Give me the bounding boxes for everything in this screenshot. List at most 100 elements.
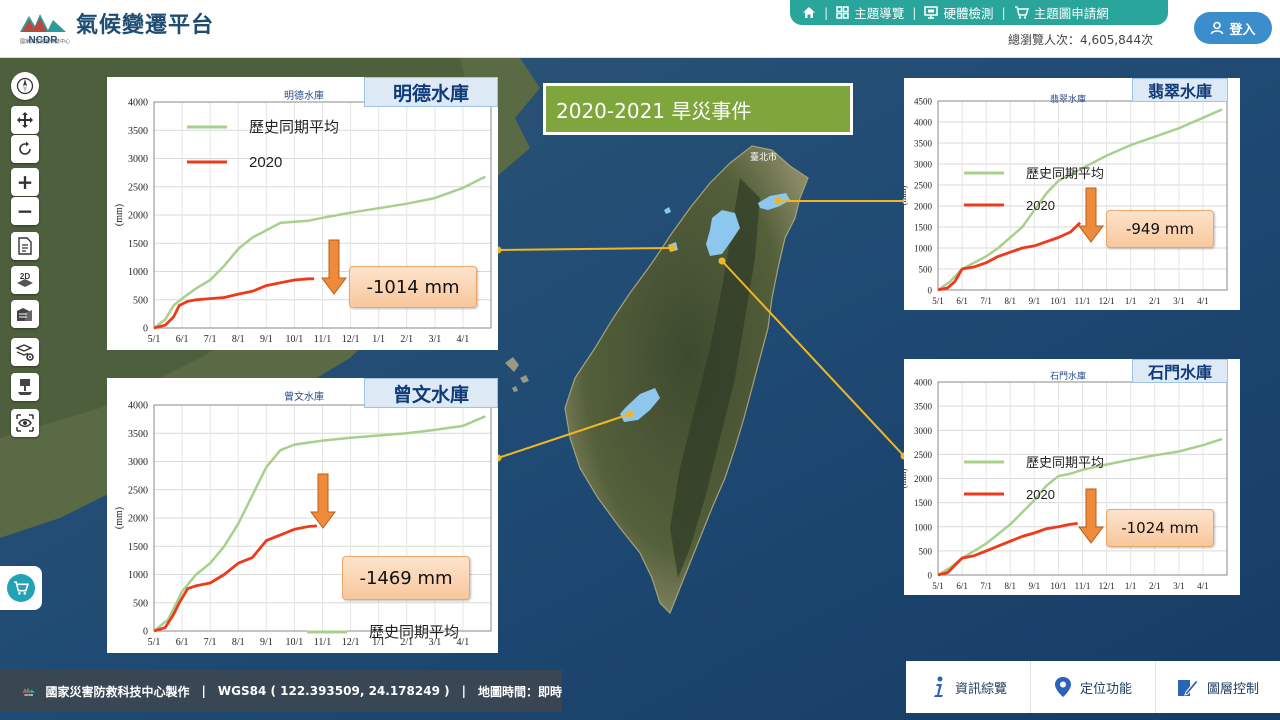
y-axis-label: (mm) <box>114 507 125 529</box>
x-tick-label: 5/1 <box>148 637 161 648</box>
x-tick-label: 2/1 <box>400 334 413 345</box>
layer-control-button[interactable]: 圖層控制 <box>1155 661 1280 713</box>
legend-label: 歷史同期平均 <box>1026 455 1104 470</box>
chart-small-title: 明德水庫 <box>284 91 324 102</box>
app-header: NCDR 國家災害防救科技中心 氣候變遷平台 | 主題導覽 | 硬體檢測 | 主… <box>0 0 1280 58</box>
chart-panel-mingde: 0 500 1000 1500 2000 2500 3000 3500 4000 5/1 6/1 7/… <box>107 77 498 350</box>
x-tick-label: 10/1 <box>1050 581 1066 591</box>
x-tick-label: 4/1 <box>457 334 470 345</box>
settings-layers-button[interactable] <box>11 338 39 366</box>
locate-label: 定位功能 <box>1079 681 1132 697</box>
pin-tool-button[interactable] <box>11 373 39 401</box>
rainfall-deficit-box: -1469 mm <box>342 556 470 600</box>
nav-theme-guide[interactable]: 主題導覽 <box>836 3 904 22</box>
info-overview-button[interactable]: 資訊綜覽 <box>906 661 1030 713</box>
y-tick-label: 4500 <box>914 97 933 107</box>
pan-button[interactable] <box>11 106 39 134</box>
cart-icon <box>14 581 29 595</box>
y-tick-label: 500 <box>919 546 933 556</box>
y-tick-label: 4000 <box>128 401 148 412</box>
y-tick-label: 500 <box>133 295 148 306</box>
map-view[interactable]: 臺北市 + − 2D 2020-2021 旱災事件 0 500 1000 1500 20… <box>0 58 1280 720</box>
footer-org: 國家災害防救科技中心製作 <box>45 684 190 699</box>
x-tick-label: 12/1 <box>1099 296 1115 306</box>
x-tick-label: 2/1 <box>1149 581 1161 591</box>
series-line-2020 <box>153 524 317 633</box>
reservoir-label: 曾文水庫 <box>364 378 498 408</box>
nav-theme-guide-label: 主題導覽 <box>854 6 905 21</box>
x-tick-label: 6/1 <box>956 296 968 306</box>
x-tick-label: 9/1 <box>260 334 273 345</box>
x-tick-label: 1/1 <box>1125 581 1137 591</box>
mode-2d-button[interactable]: 2D <box>11 266 39 294</box>
rotate-icon <box>19 141 31 155</box>
rainfall-deficit-box: -1014 mm <box>349 266 477 308</box>
x-tick-label: 10/1 <box>286 334 304 345</box>
nav-map-application[interactable]: 主題圖申請網 <box>1014 3 1109 22</box>
top-navigation: | 主題導覽 | 硬體檢測 | 主題圖申請網 <box>790 0 1168 25</box>
footer-separator: | <box>201 684 206 698</box>
info-icon <box>933 676 943 697</box>
x-tick-label: 5/1 <box>932 296 944 306</box>
logo-subtitle: 國家災害防救科技中心 <box>20 39 71 45</box>
layer-edit-icon <box>1177 679 1199 696</box>
document-tool-button[interactable] <box>11 232 39 260</box>
legend-label: 2020 <box>1026 198 1055 213</box>
nav-separator: | <box>912 5 917 20</box>
x-tick-label: 1/1 <box>1125 296 1137 306</box>
chart-small-title: 翡翠水庫 <box>1050 95 1087 105</box>
legend-label: 2020 <box>249 154 282 171</box>
cart-button[interactable] <box>0 566 42 610</box>
zoom-out-button[interactable]: − <box>11 197 39 225</box>
y-tick-label: 2000 <box>914 474 933 484</box>
x-tick-label: 6/1 <box>176 637 189 648</box>
buildings-button[interactable] <box>11 300 39 328</box>
y-axis-label: (mm) <box>904 186 908 206</box>
chart-zengwen: 0 500 1000 1500 2000 2500 3000 3500 4000 5/1 6/1 7/… <box>114 401 492 648</box>
nav-separator: | <box>824 5 829 20</box>
rainfall-deficit-box: -949 mm <box>1106 210 1214 248</box>
compass-button[interactable] <box>11 72 39 100</box>
y-tick-label: 0 <box>143 324 148 335</box>
chart-shihmen: 0 500 1000 1500 2000 2500 3000 3500 4000 5/1 6/1 7/… <box>904 378 1228 591</box>
view-tool-button[interactable] <box>11 409 39 437</box>
x-tick-label: 11/1 <box>1075 581 1091 591</box>
y-tick-label: 3000 <box>914 426 933 436</box>
rotate-button[interactable] <box>11 135 39 163</box>
y-tick-label: 2000 <box>914 202 933 212</box>
x-tick-label: 5/1 <box>932 581 944 591</box>
nav-hardware-check[interactable]: 硬體檢測 <box>924 3 993 22</box>
zoom-in-button[interactable]: + <box>11 168 39 196</box>
login-button[interactable]: 登入 <box>1194 12 1272 44</box>
y-axis-label: (mm) <box>904 469 908 489</box>
series-line-historical <box>937 108 1223 292</box>
reservoir-label: 明德水庫 <box>364 77 498 107</box>
reservoir-label: 翡翠水庫 <box>1132 78 1228 102</box>
x-tick-label: 11/1 <box>314 637 331 648</box>
nav-home[interactable] <box>802 6 816 19</box>
cart-circle <box>7 574 35 602</box>
y-tick-label: 4000 <box>914 118 933 128</box>
x-tick-label: 4/1 <box>1197 296 1209 306</box>
monitor-icon <box>924 6 939 19</box>
y-tick-label: 1500 <box>128 239 148 250</box>
event-title: 2020-2021 旱災事件 <box>546 86 850 132</box>
bottom-action-bar: 資訊綜覽 定位功能 圖層控制 <box>906 661 1280 713</box>
footer-separator: | <box>461 684 466 698</box>
y-tick-label: 4000 <box>128 98 148 109</box>
location-pin-icon <box>1054 677 1071 697</box>
y-tick-label: 4000 <box>914 378 933 388</box>
locate-button[interactable]: 定位功能 <box>1030 661 1155 713</box>
legend-label: 2020 <box>1026 487 1055 502</box>
y-tick-label: 3500 <box>914 139 933 149</box>
nav-separator: | <box>1001 5 1006 20</box>
chart-panel-shihmen: 0 500 1000 1500 2000 2500 3000 3500 4000 5/1 6/1 7/… <box>904 359 1240 595</box>
x-tick-label: 8/1 <box>232 637 245 648</box>
document-icon <box>18 237 32 255</box>
x-tick-label: 7/1 <box>980 296 992 306</box>
y-tick-label: 1500 <box>914 498 933 508</box>
x-tick-label: 11/1 <box>1075 296 1091 306</box>
chart-feitsui: 0 500 1000 1500 2000 2500 3000 3500 4000 4500 5/1 6… <box>904 97 1228 306</box>
layers-gear-icon <box>15 344 34 361</box>
x-tick-label: 3/1 <box>1173 296 1185 306</box>
